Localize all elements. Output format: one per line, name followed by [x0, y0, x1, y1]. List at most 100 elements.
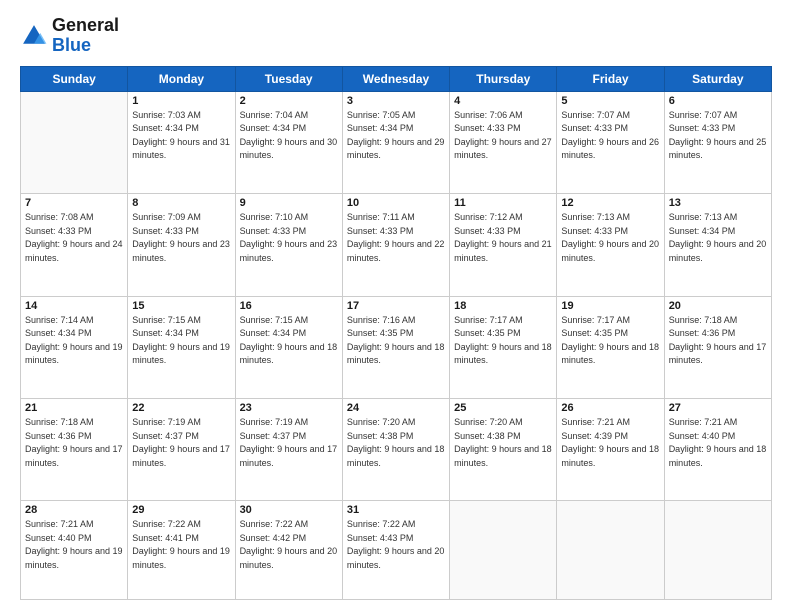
day-info: Sunrise: 7:06 AMSunset: 4:33 PMDaylight:…: [454, 109, 552, 163]
day-number: 1: [132, 95, 230, 107]
day-number: 12: [561, 197, 659, 209]
day-number: 23: [240, 402, 338, 414]
day-info: Sunrise: 7:07 AMSunset: 4:33 PMDaylight:…: [669, 109, 767, 163]
day-info: Sunrise: 7:22 AMSunset: 4:41 PMDaylight:…: [132, 518, 230, 572]
day-info: Sunrise: 7:11 AMSunset: 4:33 PMDaylight:…: [347, 211, 445, 265]
day-info: Sunrise: 7:22 AMSunset: 4:42 PMDaylight:…: [240, 518, 338, 572]
calendar-cell: 30 Sunrise: 7:22 AMSunset: 4:42 PMDaylig…: [235, 501, 342, 600]
day-info: Sunrise: 7:15 AMSunset: 4:34 PMDaylight:…: [240, 314, 338, 368]
day-info: Sunrise: 7:16 AMSunset: 4:35 PMDaylight:…: [347, 314, 445, 368]
calendar-cell: 1 Sunrise: 7:03 AMSunset: 4:34 PMDayligh…: [128, 91, 235, 193]
calendar-cell: 20 Sunrise: 7:18 AMSunset: 4:36 PMDaylig…: [664, 296, 771, 398]
calendar-cell: 11 Sunrise: 7:12 AMSunset: 4:33 PMDaylig…: [450, 194, 557, 296]
day-number: 29: [132, 504, 230, 516]
calendar-cell: 24 Sunrise: 7:20 AMSunset: 4:38 PMDaylig…: [342, 399, 449, 501]
day-number: 16: [240, 300, 338, 312]
weekday-header-saturday: Saturday: [664, 66, 771, 91]
day-info: Sunrise: 7:19 AMSunset: 4:37 PMDaylight:…: [132, 416, 230, 470]
calendar-table: SundayMondayTuesdayWednesdayThursdayFrid…: [20, 66, 772, 600]
day-number: 26: [561, 402, 659, 414]
day-number: 8: [132, 197, 230, 209]
calendar-cell: 26 Sunrise: 7:21 AMSunset: 4:39 PMDaylig…: [557, 399, 664, 501]
weekday-header-row: SundayMondayTuesdayWednesdayThursdayFrid…: [21, 66, 772, 91]
calendar-cell: 23 Sunrise: 7:19 AMSunset: 4:37 PMDaylig…: [235, 399, 342, 501]
calendar-cell: 17 Sunrise: 7:16 AMSunset: 4:35 PMDaylig…: [342, 296, 449, 398]
day-number: 30: [240, 504, 338, 516]
day-number: 20: [669, 300, 767, 312]
day-info: Sunrise: 7:17 AMSunset: 4:35 PMDaylight:…: [454, 314, 552, 368]
day-number: 27: [669, 402, 767, 414]
day-info: Sunrise: 7:17 AMSunset: 4:35 PMDaylight:…: [561, 314, 659, 368]
day-info: Sunrise: 7:12 AMSunset: 4:33 PMDaylight:…: [454, 211, 552, 265]
calendar-cell: 21 Sunrise: 7:18 AMSunset: 4:36 PMDaylig…: [21, 399, 128, 501]
week-row-5: 28 Sunrise: 7:21 AMSunset: 4:40 PMDaylig…: [21, 501, 772, 600]
calendar-cell: 18 Sunrise: 7:17 AMSunset: 4:35 PMDaylig…: [450, 296, 557, 398]
calendar-cell: 3 Sunrise: 7:05 AMSunset: 4:34 PMDayligh…: [342, 91, 449, 193]
day-info: Sunrise: 7:05 AMSunset: 4:34 PMDaylight:…: [347, 109, 445, 163]
day-info: Sunrise: 7:13 AMSunset: 4:33 PMDaylight:…: [561, 211, 659, 265]
week-row-4: 21 Sunrise: 7:18 AMSunset: 4:36 PMDaylig…: [21, 399, 772, 501]
day-number: 19: [561, 300, 659, 312]
day-number: 10: [347, 197, 445, 209]
calendar-cell: 25 Sunrise: 7:20 AMSunset: 4:38 PMDaylig…: [450, 399, 557, 501]
calendar-cell: 4 Sunrise: 7:06 AMSunset: 4:33 PMDayligh…: [450, 91, 557, 193]
weekday-header-sunday: Sunday: [21, 66, 128, 91]
calendar-cell: 2 Sunrise: 7:04 AMSunset: 4:34 PMDayligh…: [235, 91, 342, 193]
day-number: 7: [25, 197, 123, 209]
day-number: 13: [669, 197, 767, 209]
day-info: Sunrise: 7:21 AMSunset: 4:40 PMDaylight:…: [669, 416, 767, 470]
day-number: 14: [25, 300, 123, 312]
day-info: Sunrise: 7:19 AMSunset: 4:37 PMDaylight:…: [240, 416, 338, 470]
day-number: 4: [454, 95, 552, 107]
day-number: 18: [454, 300, 552, 312]
calendar-cell: 28 Sunrise: 7:21 AMSunset: 4:40 PMDaylig…: [21, 501, 128, 600]
weekday-header-tuesday: Tuesday: [235, 66, 342, 91]
day-info: Sunrise: 7:10 AMSunset: 4:33 PMDaylight:…: [240, 211, 338, 265]
calendar-cell: 10 Sunrise: 7:11 AMSunset: 4:33 PMDaylig…: [342, 194, 449, 296]
day-number: 11: [454, 197, 552, 209]
day-number: 28: [25, 504, 123, 516]
day-info: Sunrise: 7:07 AMSunset: 4:33 PMDaylight:…: [561, 109, 659, 163]
calendar-cell: 9 Sunrise: 7:10 AMSunset: 4:33 PMDayligh…: [235, 194, 342, 296]
calendar-cell: 6 Sunrise: 7:07 AMSunset: 4:33 PMDayligh…: [664, 91, 771, 193]
day-info: Sunrise: 7:03 AMSunset: 4:34 PMDaylight:…: [132, 109, 230, 163]
day-number: 2: [240, 95, 338, 107]
day-info: Sunrise: 7:14 AMSunset: 4:34 PMDaylight:…: [25, 314, 123, 368]
weekday-header-thursday: Thursday: [450, 66, 557, 91]
calendar-cell: 5 Sunrise: 7:07 AMSunset: 4:33 PMDayligh…: [557, 91, 664, 193]
calendar-cell: [664, 501, 771, 600]
day-info: Sunrise: 7:09 AMSunset: 4:33 PMDaylight:…: [132, 211, 230, 265]
day-info: Sunrise: 7:08 AMSunset: 4:33 PMDaylight:…: [25, 211, 123, 265]
logo: General Blue: [20, 16, 119, 56]
day-number: 6: [669, 95, 767, 107]
calendar-cell: 29 Sunrise: 7:22 AMSunset: 4:41 PMDaylig…: [128, 501, 235, 600]
calendar-cell: 8 Sunrise: 7:09 AMSunset: 4:33 PMDayligh…: [128, 194, 235, 296]
calendar-cell: [450, 501, 557, 600]
calendar-cell: [21, 91, 128, 193]
calendar-cell: 15 Sunrise: 7:15 AMSunset: 4:34 PMDaylig…: [128, 296, 235, 398]
day-info: Sunrise: 7:18 AMSunset: 4:36 PMDaylight:…: [669, 314, 767, 368]
day-number: 17: [347, 300, 445, 312]
day-number: 5: [561, 95, 659, 107]
calendar-cell: 13 Sunrise: 7:13 AMSunset: 4:34 PMDaylig…: [664, 194, 771, 296]
day-info: Sunrise: 7:15 AMSunset: 4:34 PMDaylight:…: [132, 314, 230, 368]
header: General Blue: [20, 16, 772, 56]
week-row-3: 14 Sunrise: 7:14 AMSunset: 4:34 PMDaylig…: [21, 296, 772, 398]
week-row-2: 7 Sunrise: 7:08 AMSunset: 4:33 PMDayligh…: [21, 194, 772, 296]
day-info: Sunrise: 7:20 AMSunset: 4:38 PMDaylight:…: [454, 416, 552, 470]
weekday-header-wednesday: Wednesday: [342, 66, 449, 91]
day-info: Sunrise: 7:20 AMSunset: 4:38 PMDaylight:…: [347, 416, 445, 470]
day-info: Sunrise: 7:21 AMSunset: 4:39 PMDaylight:…: [561, 416, 659, 470]
day-number: 15: [132, 300, 230, 312]
day-info: Sunrise: 7:22 AMSunset: 4:43 PMDaylight:…: [347, 518, 445, 572]
logo-text: General Blue: [52, 16, 119, 56]
week-row-1: 1 Sunrise: 7:03 AMSunset: 4:34 PMDayligh…: [21, 91, 772, 193]
calendar-cell: 22 Sunrise: 7:19 AMSunset: 4:37 PMDaylig…: [128, 399, 235, 501]
day-number: 3: [347, 95, 445, 107]
calendar-cell: 31 Sunrise: 7:22 AMSunset: 4:43 PMDaylig…: [342, 501, 449, 600]
calendar-cell: 14 Sunrise: 7:14 AMSunset: 4:34 PMDaylig…: [21, 296, 128, 398]
day-number: 22: [132, 402, 230, 414]
logo-icon: [20, 22, 48, 50]
calendar-cell: 19 Sunrise: 7:17 AMSunset: 4:35 PMDaylig…: [557, 296, 664, 398]
day-number: 31: [347, 504, 445, 516]
